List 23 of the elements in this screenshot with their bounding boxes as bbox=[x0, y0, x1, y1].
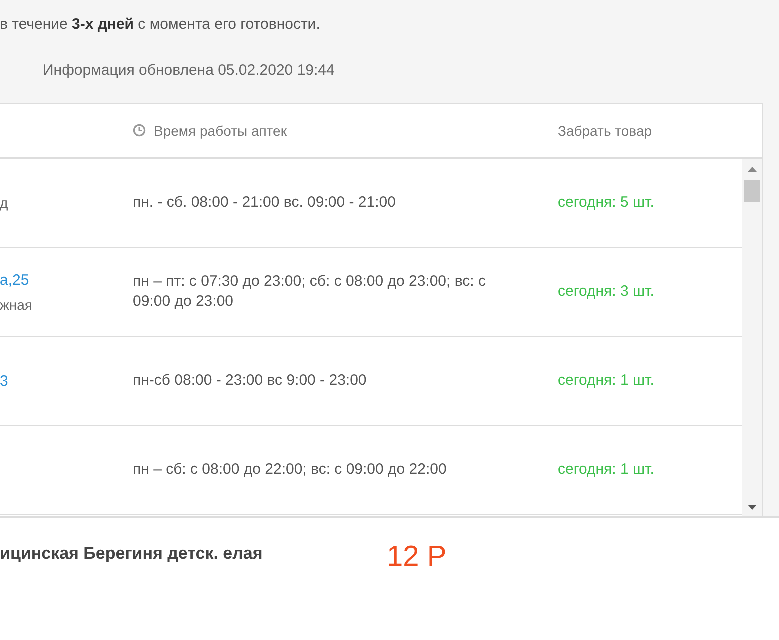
address-text: жная bbox=[0, 296, 32, 312]
scroll-down-icon[interactable] bbox=[748, 505, 756, 510]
column-header: Время работы аптек bbox=[154, 122, 287, 138]
update-info: Информация обновлена 05.02.2020 19:44 bbox=[42, 62, 336, 79]
pharmacy-address-link[interactable]: а,25 bbox=[0, 272, 30, 288]
notice-text: в течение 3-х дней с момента его готовности. bbox=[0, 15, 322, 33]
product-name: ицинская Берегиня детск. елая bbox=[0, 543, 264, 565]
column-header: Забрать товар bbox=[558, 122, 652, 138]
scroll-up-icon[interactable] bbox=[748, 167, 756, 172]
scroll-thumb[interactable] bbox=[744, 180, 760, 202]
pickup-availability: сегодня: 5 шт. bbox=[558, 194, 654, 211]
opening-hours: пн – сб: с 08:00 до 22:00; вс: с 09:00 до 22:00 bbox=[133, 460, 448, 480]
pickup-availability: сегодня: 1 шт. bbox=[558, 372, 654, 389]
scrollbar[interactable] bbox=[742, 159, 762, 516]
address-text: д bbox=[0, 195, 8, 211]
product-price: 12 Р bbox=[387, 541, 447, 574]
opening-hours: пн. - сб. 08:00 - 21:00 вс. 09:00 - 21:00 bbox=[133, 192, 397, 213]
pharmacy-address-link[interactable]: 3 bbox=[0, 372, 8, 390]
clock-icon bbox=[133, 124, 146, 137]
opening-hours: пн – пт: с 07:30 до 23:00; сб: с 08:00 до 23:00; вс: с 09:00 до 23:00 bbox=[133, 272, 487, 312]
pickup-availability: сегодня: 1 шт. bbox=[558, 461, 654, 478]
pickup-availability: сегодня: 3 шт. bbox=[558, 283, 654, 300]
opening-hours: пн-сб 08:00 - 23:00 вс 9:00 - 23:00 bbox=[133, 370, 368, 391]
